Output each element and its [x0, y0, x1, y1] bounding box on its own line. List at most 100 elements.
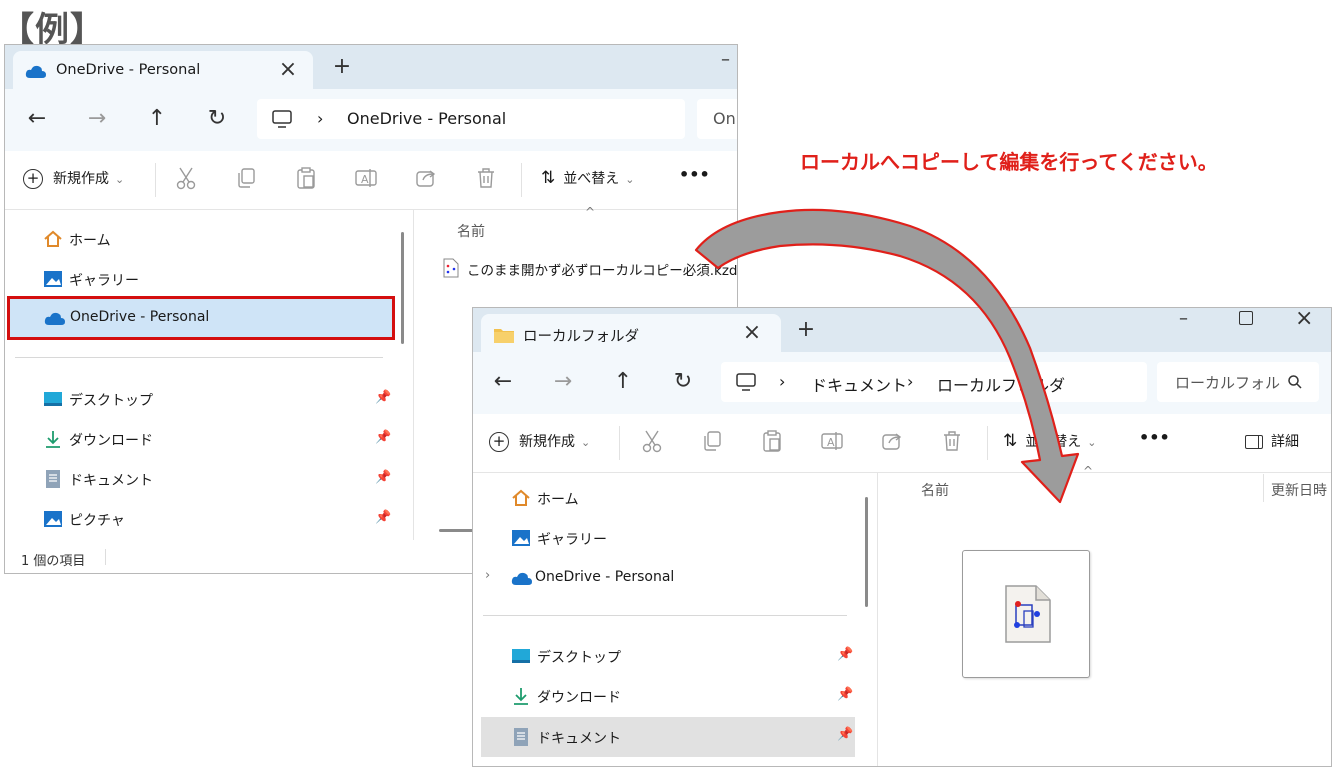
chevron-down-icon: ⌄ [115, 173, 125, 186]
toolbar-divider [521, 163, 522, 197]
navigation-pane: ホーム ギャラリー OneDrive - Personal デスクトップ 📌 ダ… [5, 210, 413, 540]
sidebar-item-label: ギャラリー [69, 273, 139, 289]
sort-label: 並べ替え [563, 171, 620, 187]
new-button[interactable]: + 新規作成 ⌄ [489, 431, 590, 452]
details-button[interactable]: 詳細 [1245, 431, 1299, 451]
sidebar-divider [15, 357, 383, 358]
chevron-right-icon[interactable]: › [485, 568, 490, 583]
chevron-down-icon: ⌄ [581, 436, 591, 449]
sort-indicator-icon: ^ [585, 205, 596, 219]
gallery-icon [512, 530, 530, 546]
sidebar-item-label: ピクチャ [69, 513, 125, 529]
sidebar-item-downloads[interactable]: ダウンロード 📌 [511, 677, 853, 715]
document-icon [46, 470, 60, 488]
sidebar-divider [483, 615, 847, 616]
home-icon [44, 230, 62, 247]
close-window-button[interactable]: × [1295, 308, 1313, 331]
back-button[interactable]: ← [23, 105, 51, 133]
cloud-icon [511, 572, 532, 585]
sidebar-scrollbar[interactable] [865, 497, 868, 607]
cloud-icon [44, 312, 65, 325]
sidebar-item-label: ダウンロード [69, 433, 153, 449]
sidebar-item-label: ドキュメント [537, 731, 621, 747]
picture-icon [44, 511, 62, 527]
sidebar-item-gallery[interactable]: ギャラリー [43, 260, 403, 298]
breadcrumb-onedrive[interactable]: OneDrive - Personal [347, 109, 506, 128]
sidebar-item-label: OneDrive - Personal [535, 569, 675, 585]
curved-arrow-icon [694, 208, 1080, 504]
file-icon-tile[interactable] [962, 550, 1090, 678]
status-divider [105, 549, 106, 565]
maximize-button[interactable] [1239, 311, 1253, 325]
cut-icon[interactable] [639, 428, 665, 454]
up-button[interactable]: ↑ [143, 105, 171, 133]
sidebar-item-downloads[interactable]: ダウンロード 📌 [43, 420, 393, 458]
kzd-file-icon [443, 258, 459, 278]
forward-button[interactable]: → [83, 105, 111, 133]
sidebar-item-label: デスクトップ [537, 650, 621, 666]
rename-icon[interactable]: A [353, 165, 379, 191]
navigation-bar: ← → ↑ ↻ › OneDrive - Personal On [5, 89, 737, 151]
pin-icon[interactable]: 📌 [837, 687, 853, 702]
search-box[interactable]: ローカルフォル [1157, 362, 1319, 402]
sidebar-item-desktop[interactable]: デスクトップ 📌 [511, 637, 853, 675]
minimize-button[interactable]: – [721, 49, 730, 70]
address-bar[interactable]: › OneDrive - Personal [257, 99, 685, 139]
column-header-modified[interactable]: 更新日時 [1271, 480, 1327, 500]
sidebar-item-gallery[interactable]: ギャラリー [511, 519, 851, 557]
sidebar-item-onedrive[interactable]: OneDrive - Personal [7, 296, 395, 340]
back-button[interactable]: ← [489, 368, 517, 396]
more-options-button[interactable]: ••• [1139, 428, 1170, 447]
new-label: 新規作成 [519, 434, 575, 450]
sidebar-item-documents[interactable]: ドキュメント 📌 [481, 717, 855, 757]
pane-divider [413, 210, 414, 540]
sidebar-item-label: ダウンロード [537, 690, 621, 706]
folder-icon [494, 329, 514, 343]
sidebar-item-label: デスクトップ [69, 393, 153, 409]
delete-icon[interactable] [473, 165, 499, 191]
copy-icon[interactable] [233, 165, 259, 191]
minimize-button[interactable]: – [1179, 308, 1188, 329]
svg-text:A: A [361, 173, 369, 186]
search-box[interactable]: On [697, 99, 737, 139]
pin-icon[interactable]: 📌 [375, 390, 391, 405]
computer-icon [272, 110, 292, 128]
share-icon[interactable] [413, 165, 439, 191]
sidebar-item-desktop[interactable]: デスクトップ 📌 [43, 380, 393, 418]
close-tab-button[interactable]: × [275, 57, 301, 83]
search-icon [1288, 375, 1302, 389]
sidebar-item-onedrive[interactable]: › OneDrive - Personal [483, 559, 851, 597]
sidebar-scrollbar[interactable] [401, 232, 404, 344]
pin-icon[interactable]: 📌 [375, 510, 391, 525]
pin-icon[interactable]: 📌 [375, 430, 391, 445]
up-button[interactable]: ↑ [609, 368, 637, 396]
tab-onedrive[interactable]: OneDrive - Personal × [13, 51, 313, 91]
plus-circle-icon: + [23, 169, 43, 189]
home-icon [512, 489, 530, 506]
sort-button[interactable]: ⇅ 並べ替え ⌄ [541, 168, 634, 188]
sidebar-item-label: ホーム [69, 233, 111, 249]
cut-icon[interactable] [173, 165, 199, 191]
new-tab-button[interactable]: + [329, 54, 355, 80]
pin-icon[interactable]: 📌 [837, 647, 853, 662]
sidebar-item-home[interactable]: ホーム [43, 220, 403, 258]
pin-icon[interactable]: 📌 [375, 470, 391, 485]
desktop-icon [44, 392, 62, 406]
sidebar-item-documents[interactable]: ドキュメント 📌 [43, 460, 393, 498]
navigation-pane: ホーム ギャラリー › OneDrive - Personal デスクトップ 📌… [473, 473, 868, 766]
forward-button[interactable]: → [549, 368, 577, 396]
sidebar-item-pictures[interactable]: ピクチャ 📌 [43, 500, 393, 538]
pin-icon[interactable]: 📌 [837, 727, 853, 742]
paste-icon[interactable] [293, 165, 319, 191]
plus-circle-icon: + [489, 432, 509, 452]
new-button[interactable]: + 新規作成 ⌄ [23, 168, 124, 189]
item-count: 1 個の項目 [21, 554, 86, 569]
column-header-name[interactable]: 名前 [457, 221, 485, 241]
sidebar-item-label: OneDrive - Personal [70, 309, 210, 325]
sidebar-item-label: ギャラリー [537, 532, 607, 548]
new-label: 新規作成 [53, 171, 109, 187]
more-options-button[interactable]: ••• [679, 165, 710, 184]
refresh-button[interactable]: ↻ [203, 105, 231, 133]
column-divider [1263, 474, 1264, 502]
download-icon [514, 688, 528, 705]
